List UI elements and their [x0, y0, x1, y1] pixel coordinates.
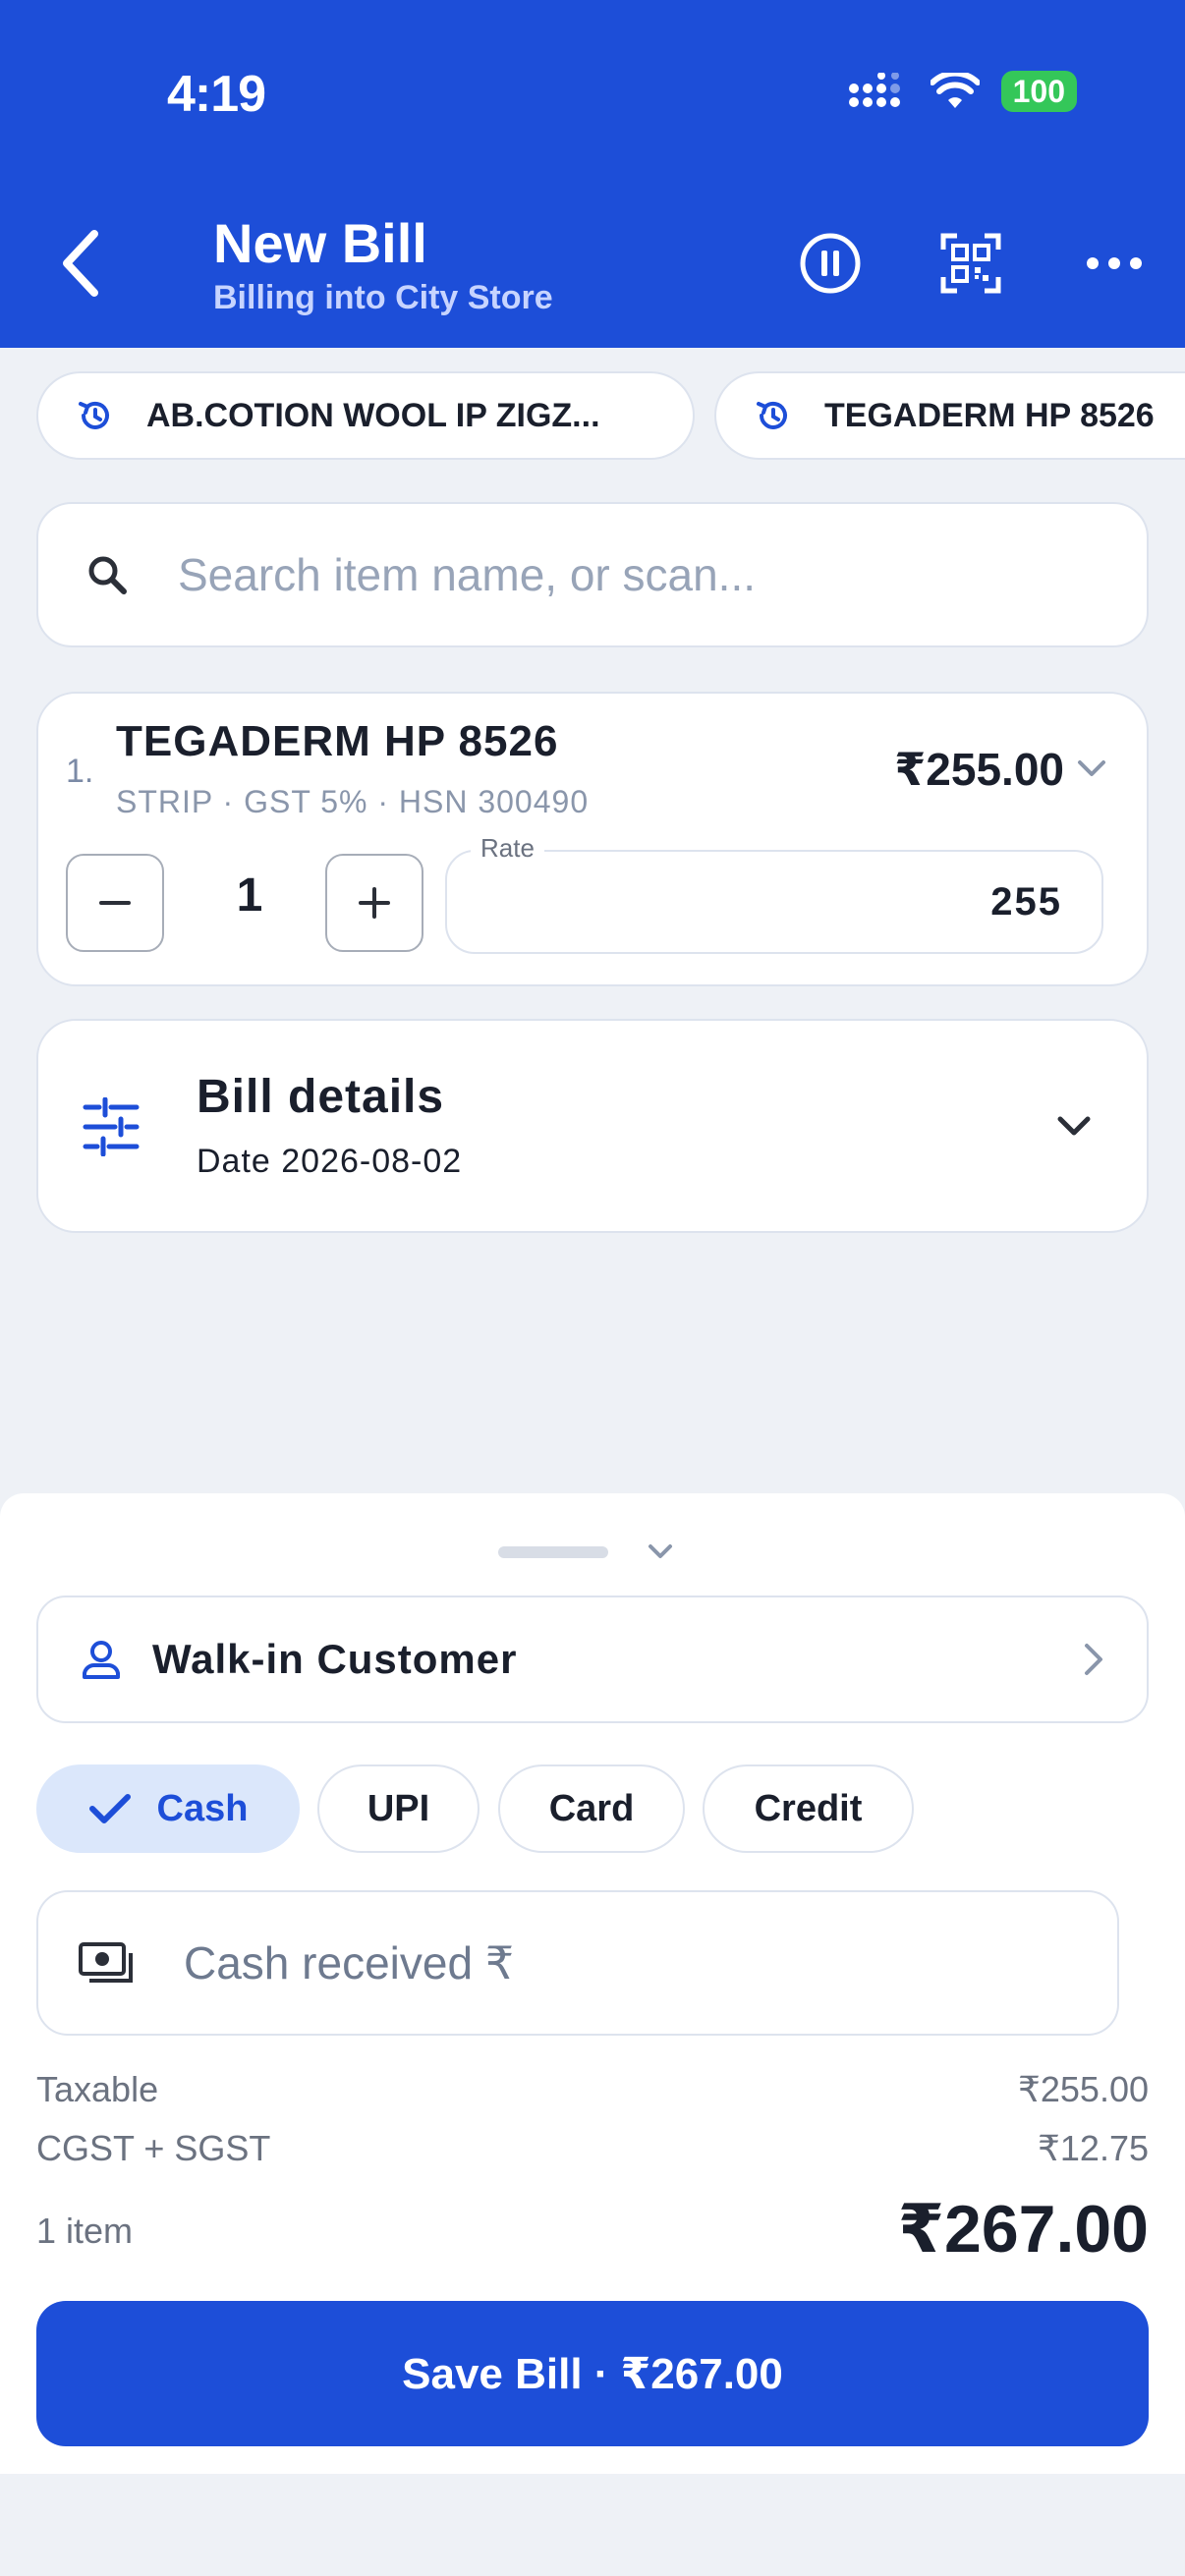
more-options-button[interactable]: [1083, 232, 1146, 295]
sheet-drag-handle[interactable]: [498, 1546, 608, 1558]
customer-name: Walk-in Customer: [152, 1636, 518, 1682]
pause-button[interactable]: [799, 232, 862, 295]
search-bar[interactable]: [36, 502, 1149, 647]
customer-selector[interactable]: Walk-in Customer: [36, 1596, 1149, 1723]
qr-scan-icon: [940, 233, 1001, 294]
payment-mode-label: UPI: [367, 1787, 430, 1829]
history-icon: [79, 401, 109, 429]
page-title: New Bill: [213, 212, 427, 274]
collapse-sheet-icon[interactable]: [643, 1539, 678, 1566]
recent-item-label: TEGADERM HP 8526: [824, 396, 1155, 434]
item-name: TEGADERM HP 8526: [116, 717, 559, 765]
bill-details-panel[interactable]: Bill details Date 2026-08-02: [36, 1019, 1149, 1233]
status-icons: 100: [848, 71, 1077, 112]
increase-qty-button[interactable]: [325, 854, 423, 952]
status-time: 4:19: [167, 66, 266, 123]
pause-circle-icon: [800, 233, 861, 294]
tax-label: CGST + SGST: [36, 2128, 271, 2168]
search-icon: [88, 556, 127, 594]
recent-item-chip[interactable]: TEGADERM HP 8526: [714, 371, 1185, 460]
checkout-sheet: Walk-in Customer Cash UPI Card Credit Ta…: [0, 1493, 1185, 2474]
taxable-value: ₹255.00: [1017, 2069, 1149, 2109]
rate-label: Rate: [471, 833, 544, 864]
payment-mode-credit[interactable]: Credit: [703, 1764, 914, 1853]
taxable-label: Taxable: [36, 2069, 159, 2109]
cash-received-input[interactable]: [184, 1936, 1068, 1989]
chevron-down-icon: [1078, 760, 1105, 776]
item-count: 1 item: [36, 2211, 134, 2251]
item-index: 1.: [66, 753, 94, 790]
payment-mode-label: Card: [548, 1787, 635, 1829]
cellular-signal-icon: [848, 73, 900, 107]
wifi-icon: [930, 73, 980, 108]
history-icon: [757, 401, 787, 429]
bill-line-item[interactable]: 1. TEGADERM HP 8526 STRIP · GST 5% · HSN…: [36, 692, 1149, 986]
scan-button[interactable]: [939, 232, 1002, 295]
payment-mode-label: Cash: [156, 1787, 249, 1829]
payment-mode-upi[interactable]: UPI: [317, 1764, 480, 1853]
item-quantity: 1: [236, 869, 263, 922]
chevron-right-icon: [1085, 1644, 1102, 1675]
minus-icon: [99, 901, 131, 905]
tax-value: ₹12.75: [1038, 2128, 1149, 2168]
payment-mode-cash[interactable]: Cash: [36, 1764, 300, 1853]
page-subtitle: Billing into City Store: [213, 279, 553, 316]
expand-item-button[interactable]: [1074, 753, 1109, 787]
chevron-left-icon: [63, 230, 98, 297]
cash-icon: [79, 1942, 133, 1983]
more-horizontal-icon: [1087, 257, 1142, 269]
payment-mode-card[interactable]: Card: [498, 1764, 685, 1853]
check-icon: [88, 1794, 131, 1823]
rate-field[interactable]: [445, 850, 1103, 954]
item-meta: STRIP · GST 5% · HSN 300490: [116, 784, 590, 819]
cash-received-field[interactable]: [36, 1890, 1119, 2036]
bill-details-title: Bill details: [197, 1071, 445, 1123]
app-header: 4:19 100 New Bill Billing into City Stor…: [0, 0, 1185, 348]
save-bill-button[interactable]: Save Bill · ₹267.00: [36, 2301, 1149, 2446]
sliders-icon: [83, 1097, 140, 1156]
recent-item-chip[interactable]: AB.COTION WOOL IP ZIGZ...: [36, 371, 695, 460]
rate-input[interactable]: [767, 879, 1062, 924]
back-button[interactable]: [53, 224, 108, 303]
recent-item-label: AB.COTION WOOL IP ZIGZ...: [146, 396, 600, 434]
bill-date: Date 2026-08-02: [197, 1143, 463, 1180]
battery-indicator: 100: [1000, 71, 1077, 112]
chevron-down-icon: [1057, 1116, 1091, 1136]
user-icon: [83, 1641, 120, 1679]
grand-total: ₹267.00: [897, 2192, 1149, 2267]
search-input[interactable]: [178, 548, 1062, 601]
decrease-qty-button[interactable]: [66, 854, 164, 952]
item-amount: ₹255.00: [894, 744, 1064, 795]
plus-icon: [359, 887, 390, 919]
payment-mode-label: Credit: [754, 1787, 863, 1829]
